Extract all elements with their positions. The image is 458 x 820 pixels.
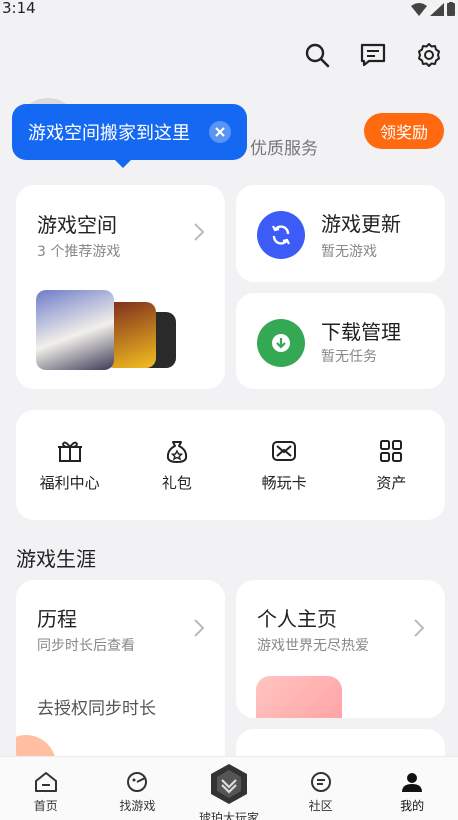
history-title: 历程 <box>37 607 77 631</box>
amber-badge-icon <box>210 764 247 804</box>
message-icon <box>360 43 386 67</box>
status-time: 3:14 <box>2 0 36 17</box>
download-icon-bg <box>257 319 305 367</box>
game-space-title: 游戏空间 <box>37 213 117 237</box>
game-thumbnail-1[interactable] <box>36 290 114 370</box>
home-icon <box>34 772 57 792</box>
reward-button[interactable]: 领奖励 <box>363 113 444 149</box>
quick-link-label: 福利中心 <box>39 474 100 492</box>
tooltip-text: 游戏空间搬家到这里 <box>28 123 190 144</box>
message-button[interactable] <box>358 40 388 70</box>
homepage-subtitle: 游戏世界无尽热爱 <box>257 638 369 654</box>
top-actions <box>302 40 444 70</box>
section-title-career: 游戏生涯 <box>16 547 96 571</box>
search-button[interactable] <box>302 40 332 70</box>
nav-label: 首页 <box>33 799 58 813</box>
status-icons <box>411 2 455 16</box>
nav-home[interactable]: 首页 <box>0 757 92 820</box>
gamepad-art <box>256 676 342 718</box>
refresh-icon <box>272 225 290 245</box>
status-bar: 3:14 <box>0 0 458 18</box>
signal-icon <box>430 2 444 16</box>
history-subtitle: 同步时长后查看 <box>37 638 135 654</box>
profile-icon <box>402 773 423 792</box>
gear-icon <box>418 43 440 67</box>
tooltip-close-button[interactable] <box>209 121 231 143</box>
nav-label: 琥珀大玩家 <box>198 811 259 820</box>
game-update-subtitle: 暂无游戏 <box>321 244 377 260</box>
game-space-card[interactable]: 游戏空间 3 个推荐游戏 <box>16 185 225 389</box>
search-icon <box>305 43 330 68</box>
nav-label: 社区 <box>308 799 333 813</box>
card-icon <box>272 441 297 461</box>
quick-link-label: 资产 <box>376 474 407 492</box>
quick-link-label: 畅玩卡 <box>261 474 307 492</box>
gift-bag-icon <box>166 441 187 463</box>
chevron-right-icon <box>414 619 425 637</box>
update-icon-bg <box>257 211 305 259</box>
gift-box-icon <box>57 441 82 462</box>
quick-link-label: 礼包 <box>161 474 192 492</box>
game-update-card[interactable]: 游戏更新 暂无游戏 <box>236 185 445 282</box>
grid-icon <box>380 440 403 462</box>
amber-badge <box>209 763 249 805</box>
authorize-sync-link[interactable]: 去授权同步时长 <box>37 694 156 719</box>
quick-link-assets[interactable]: 资产 <box>338 410 445 520</box>
homepage-card[interactable]: 个人主页 游戏世界无尽热爱 <box>236 580 445 718</box>
chevron-right-icon <box>194 619 205 637</box>
profile-subtitle: 优质服务 <box>250 139 318 159</box>
nav-mine[interactable]: 我的 <box>366 757 458 820</box>
homepage-title: 个人主页 <box>257 607 337 631</box>
nav-community[interactable]: 社区 <box>275 757 367 820</box>
quick-links: 福利中心 礼包 畅玩卡 资产 <box>16 410 445 520</box>
community-icon <box>310 772 331 792</box>
quick-link-play-card[interactable]: 畅玩卡 <box>231 410 338 520</box>
recommended-games <box>36 290 176 370</box>
wifi-icon <box>411 2 427 16</box>
download-manager-card[interactable]: 下载管理 暂无任务 <box>236 293 445 389</box>
game-update-title: 游戏更新 <box>321 212 401 236</box>
game-space-subtitle: 3 个推荐游戏 <box>37 244 121 260</box>
close-icon <box>215 127 225 137</box>
download-icon <box>272 334 290 352</box>
chevron-right-icon <box>194 223 205 241</box>
settings-button[interactable] <box>414 40 444 70</box>
game-space-tooltip: 游戏空间搬家到这里 <box>12 104 247 168</box>
download-mgr-title: 下载管理 <box>321 320 401 344</box>
nav-label: 我的 <box>400 799 425 813</box>
find-game-icon <box>127 772 148 792</box>
nav-amber-player[interactable]: 琥珀大玩家 <box>183 757 275 820</box>
bottom-nav: 首页 找游戏 琥珀大玩家 社区 我的 <box>0 756 458 820</box>
nav-label: 找游戏 <box>119 799 156 813</box>
download-mgr-subtitle: 暂无任务 <box>321 349 377 365</box>
battery-icon <box>447 2 455 16</box>
tooltip-arrow <box>114 159 132 168</box>
nav-find-game[interactable]: 找游戏 <box>92 757 184 820</box>
quick-link-welfare[interactable]: 福利中心 <box>16 410 123 520</box>
quick-link-gift-pack[interactable]: 礼包 <box>123 410 230 520</box>
history-card[interactable]: 历程 同步时长后查看 去授权同步时长 <box>16 580 225 770</box>
